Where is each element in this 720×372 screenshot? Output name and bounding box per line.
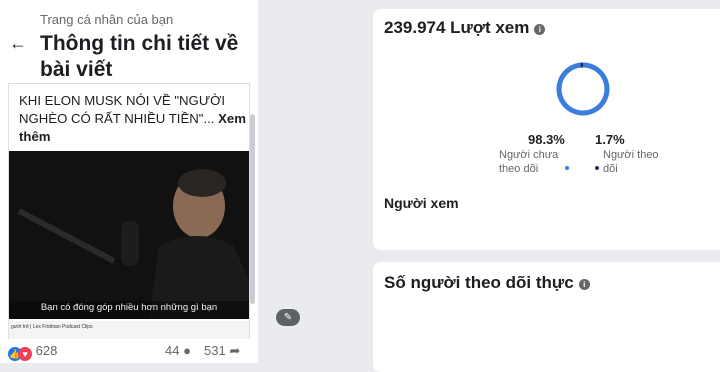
followers-legend-dot: [595, 166, 599, 170]
video-controls-bar: gười trẻ | Lex Fridman Podcast Clips: [9, 321, 249, 339]
video-source-text: gười trẻ | Lex Fridman Podcast Clips: [11, 324, 93, 330]
shares-count[interactable]: 531 ➦: [204, 343, 240, 359]
video-frame-illustration: [9, 151, 249, 319]
video-subtitle: Bạn có đóng góp nhiều hơn những gì bạn: [9, 302, 249, 313]
views-title: 239.974 Lượt xem i: [384, 18, 545, 38]
non-followers-pct: 98.3%: [528, 132, 565, 147]
post-stats-row: 👍♥ 628 44 ● 531 ➦: [8, 343, 250, 359]
post-preview[interactable]: KHI ELON MUSK NÓI VỀ "NGƯỜI NGHÈO CÓ RẤT…: [8, 83, 250, 339]
reactions-number: 628: [36, 343, 58, 358]
followers-card-title: Số người theo dõi thực i: [384, 273, 590, 293]
viewers-heading: Người xem: [384, 195, 459, 211]
reactions-count[interactable]: 👍♥ 628: [8, 343, 57, 361]
post-caption: KHI ELON MUSK NÓI VỀ "NGƯỜI NGHÈO CÓ RẤT…: [19, 92, 247, 146]
love-icon: ♥: [18, 347, 32, 361]
shares-number: 531: [204, 343, 226, 358]
breadcrumb[interactable]: Trang cá nhân của bạn: [40, 12, 173, 27]
followers-card: Số người theo dõi thực i: [373, 262, 720, 372]
comments-count[interactable]: 44 ●: [165, 343, 191, 358]
back-arrow-icon[interactable]: ←: [9, 30, 27, 56]
info-icon[interactable]: i: [534, 24, 545, 35]
views-total: 239.974 Lượt xem: [384, 18, 529, 37]
page-title: Thông tin chi tiết về bài viết: [40, 31, 255, 83]
followers-card-title-text: Số người theo dõi thực: [384, 273, 574, 292]
video-thumbnail[interactable]: Bạn có đóng góp nhiều hơn những gì bạn: [9, 151, 249, 319]
views-card: 239.974 Lượt xem i 98.3% Người chưa theo …: [373, 9, 720, 250]
non-followers-legend-dot: [565, 166, 569, 170]
post-caption-text: KHI ELON MUSK NÓI VỀ "NGƯỜI NGHÈO CÓ RẤT…: [19, 93, 225, 126]
info-icon[interactable]: i: [579, 279, 590, 290]
edit-icon[interactable]: ✎: [276, 309, 300, 326]
followers-label: Người theo dõi: [603, 148, 663, 176]
comment-icon: ●: [183, 343, 191, 358]
comments-number: 44: [165, 343, 179, 358]
left-panel: Trang cá nhân của bạn ← Thông tin chi ti…: [0, 0, 258, 363]
followers-pct: 1.7%: [595, 132, 625, 147]
non-followers-label: Người chưa theo dõi: [499, 148, 561, 176]
views-donut-chart: [553, 59, 613, 119]
share-icon: ➦: [229, 343, 240, 358]
donut-slice-non-followers: [559, 65, 607, 113]
scrollbar-thumb[interactable]: [250, 114, 255, 304]
